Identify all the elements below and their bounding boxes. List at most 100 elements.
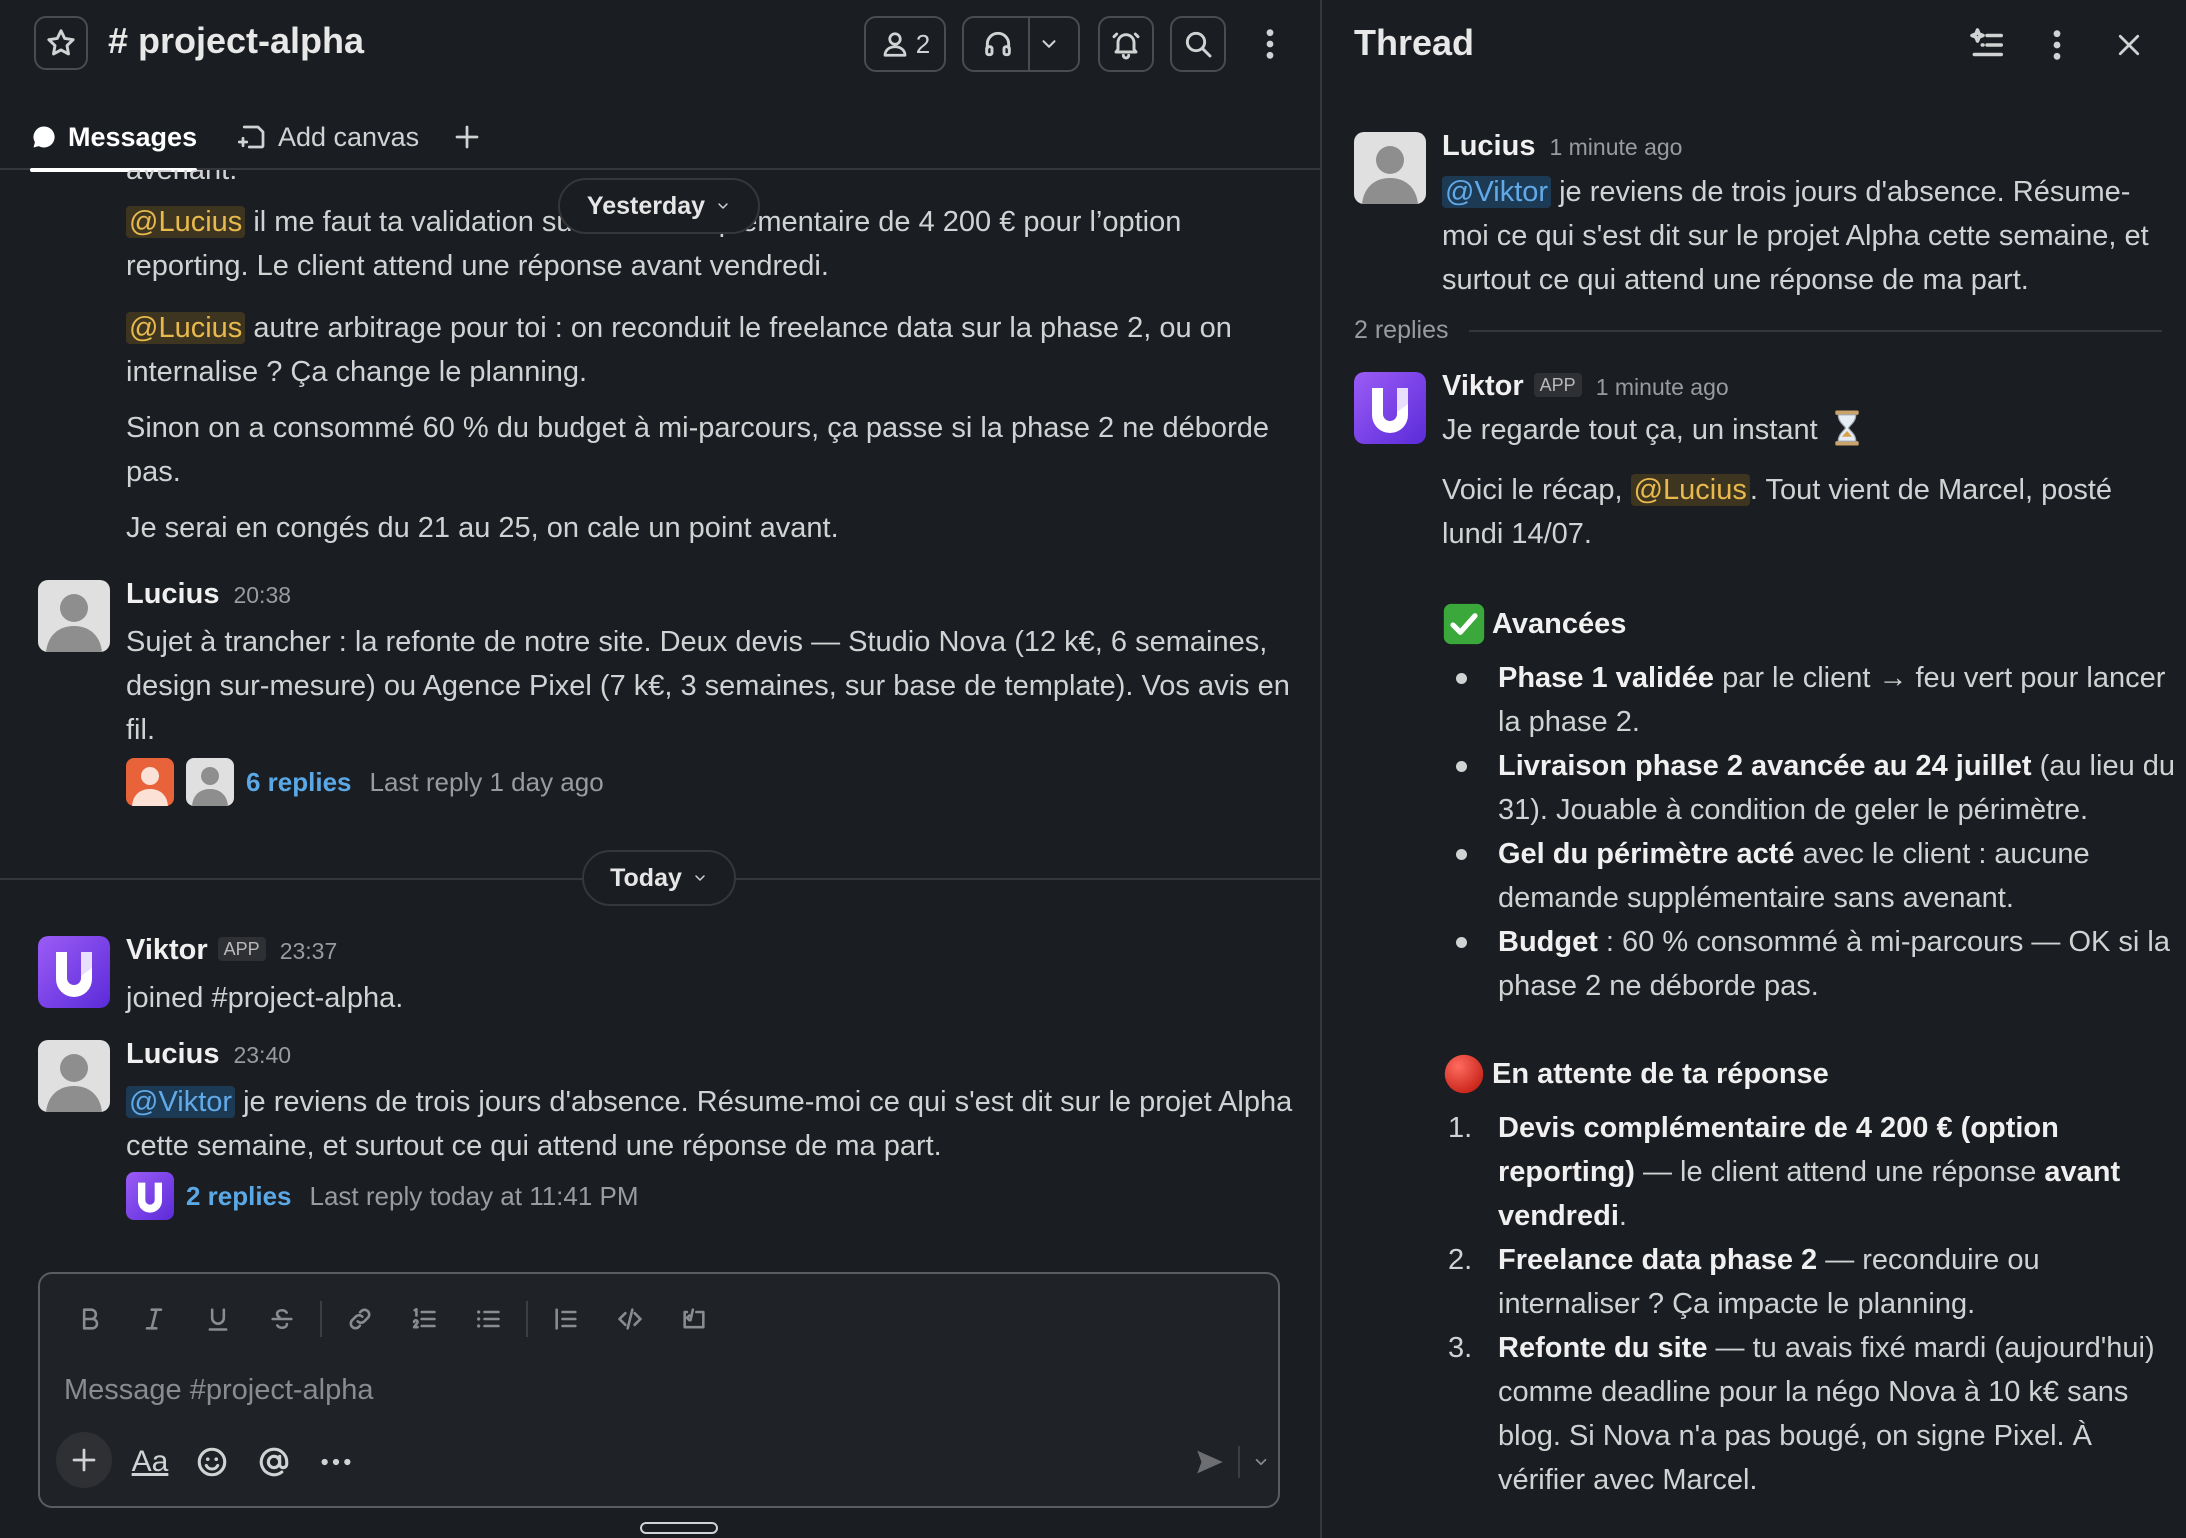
thread-replies-summary[interactable]: 2 replies Last reply today at 11:41 PM xyxy=(126,1172,639,1220)
thread-summary-button[interactable] xyxy=(1962,20,2012,70)
tab-add-canvas[interactable]: Add canvas xyxy=(238,112,419,162)
message-author[interactable]: Lucius 20:38 xyxy=(126,578,291,611)
mention-lucius[interactable]: @Lucius xyxy=(1630,474,1750,506)
message-timestamp[interactable]: 20:38 xyxy=(233,582,291,608)
list-item: Livraison phase 2 avancée au 24 juillet … xyxy=(1442,744,2182,832)
code-block-button[interactable] xyxy=(662,1294,726,1344)
bell-icon xyxy=(1112,32,1140,60)
send-options-button[interactable] xyxy=(1246,1438,1276,1486)
thread-replies-summary[interactable]: 6 replies Last reply 1 day ago xyxy=(126,758,604,806)
sparkle-list-icon xyxy=(1970,28,2003,57)
bulleted-list-button[interactable] xyxy=(456,1294,520,1344)
resize-handle[interactable] xyxy=(640,1522,718,1534)
message-timestamp[interactable]: 23:37 xyxy=(280,938,338,964)
message-timestamp[interactable]: 1 minute ago xyxy=(1596,374,1729,400)
send-button[interactable] xyxy=(1186,1438,1234,1486)
text-format-icon: Aa xyxy=(131,1445,169,1478)
check-mark-icon xyxy=(1443,603,1485,645)
composer-actions: Aa xyxy=(56,1432,1267,1492)
section-heading-advances: Avancées xyxy=(1442,602,1626,646)
code-button[interactable] xyxy=(598,1294,662,1344)
notifications-button[interactable] xyxy=(1098,16,1154,72)
message-text: @Viktor je reviens de trois jours d'abse… xyxy=(126,1086,1293,1162)
message-bubble-icon xyxy=(33,126,55,148)
bold-icon xyxy=(82,1308,99,1330)
message-author[interactable]: Viktor APP 23:37 xyxy=(126,934,337,967)
headphones-icon xyxy=(985,31,1011,57)
members-button[interactable]: 2 xyxy=(864,16,946,72)
message-author[interactable]: Lucius 23:40 xyxy=(126,1038,291,1071)
replier-avatar xyxy=(186,758,234,806)
message-author[interactable]: Lucius 1 minute ago xyxy=(1442,130,1682,163)
bold-button[interactable] xyxy=(58,1294,122,1344)
avatar[interactable] xyxy=(38,1040,110,1112)
list-item-number: 3. xyxy=(1448,1332,1473,1364)
search-button[interactable] xyxy=(1170,16,1226,72)
message-input[interactable]: Message #project-alpha xyxy=(64,1374,374,1407)
day-pill-today[interactable]: Today xyxy=(582,850,736,906)
more-options-button[interactable] xyxy=(1250,24,1290,64)
formatting-toggle-button[interactable]: Aa xyxy=(126,1438,174,1486)
thread-more-button[interactable] xyxy=(2032,20,2082,70)
mention-lucius[interactable]: @Lucius xyxy=(126,312,246,344)
section-heading-pending: En attente de ta réponse xyxy=(1442,1052,1829,1096)
list-item-bold: Budget xyxy=(1498,926,1598,958)
search-icon xyxy=(1185,31,1212,58)
add-tab-button[interactable] xyxy=(452,112,482,162)
star-channel-button[interactable] xyxy=(34,16,88,70)
tab-messages[interactable]: Messages xyxy=(30,112,198,172)
at-sign-icon xyxy=(259,1447,289,1477)
mention-button[interactable] xyxy=(250,1438,298,1486)
kebab-icon xyxy=(2053,30,2061,60)
channel-pane: # project-alpha 2 Messages Add canvas av… xyxy=(0,0,1320,1538)
formatting-toolbar xyxy=(58,1294,726,1344)
person-icon xyxy=(883,32,907,57)
message-author[interactable]: Viktor APP 1 minute ago xyxy=(1442,370,1729,403)
chevron-down-icon[interactable] xyxy=(1038,33,1060,55)
emoji-button[interactable] xyxy=(188,1438,236,1486)
blockquote-icon xyxy=(555,1308,577,1330)
mention-viktor[interactable]: @Viktor xyxy=(126,1086,236,1118)
strikethrough-button[interactable] xyxy=(250,1294,314,1344)
message-timestamp[interactable]: 23:40 xyxy=(233,1042,291,1068)
replies-link[interactable]: 6 replies xyxy=(246,767,352,798)
close-icon xyxy=(2118,34,2140,56)
blockquote-button[interactable] xyxy=(534,1294,598,1344)
avatar[interactable] xyxy=(1354,372,1426,444)
channel-title[interactable]: # project-alpha xyxy=(108,20,364,62)
mention-lucius[interactable]: @Lucius xyxy=(126,206,246,238)
default-user-avatar-icon xyxy=(38,580,110,652)
channel-tabs: Messages Add canvas xyxy=(0,102,1320,172)
chevron-down-icon xyxy=(718,203,728,209)
message-text: Je serai en congés du 21 au 25, on cale … xyxy=(126,512,839,544)
list-item: 1. Devis complémentaire de 4 200 € (optio… xyxy=(1442,1106,2182,1238)
close-thread-button[interactable] xyxy=(2104,20,2154,70)
viktor-app-logo-icon xyxy=(126,1172,174,1220)
avatar[interactable] xyxy=(1354,132,1426,204)
huddle-button[interactable] xyxy=(962,16,1080,72)
replier-avatar xyxy=(126,1172,174,1220)
default-user-avatar-icon xyxy=(1354,132,1426,204)
red-circle-icon xyxy=(1444,1054,1484,1094)
list-item-bold: Phase 1 validée xyxy=(1498,662,1715,694)
user-avatar-icon xyxy=(126,758,174,806)
list-item-text: — le client attend une réponse xyxy=(1634,1156,2045,1188)
attach-button[interactable] xyxy=(56,1432,112,1488)
ordered-list-button[interactable] xyxy=(392,1294,456,1344)
avatar[interactable] xyxy=(38,936,110,1008)
replies-link[interactable]: 2 replies xyxy=(186,1181,292,1212)
code-icon xyxy=(618,1308,642,1330)
list-item: 2. Freelance data phase 2 — reconduire ou… xyxy=(1442,1238,2182,1326)
thread-title: Thread xyxy=(1354,22,1475,63)
italic-button[interactable] xyxy=(122,1294,186,1344)
message-timestamp[interactable]: 1 minute ago xyxy=(1549,134,1682,160)
underline-button[interactable] xyxy=(186,1294,250,1344)
code-block-icon xyxy=(683,1308,705,1329)
link-button[interactable] xyxy=(328,1294,392,1344)
avatar[interactable] xyxy=(38,580,110,652)
mention-viktor[interactable]: @Viktor xyxy=(1442,176,1552,208)
day-pill-yesterday[interactable]: Yesterday xyxy=(558,178,760,234)
message-text: Je regarde tout ça, un instant xyxy=(1442,408,2162,452)
canvas-icon xyxy=(238,125,265,149)
more-actions-button[interactable] xyxy=(312,1438,360,1486)
